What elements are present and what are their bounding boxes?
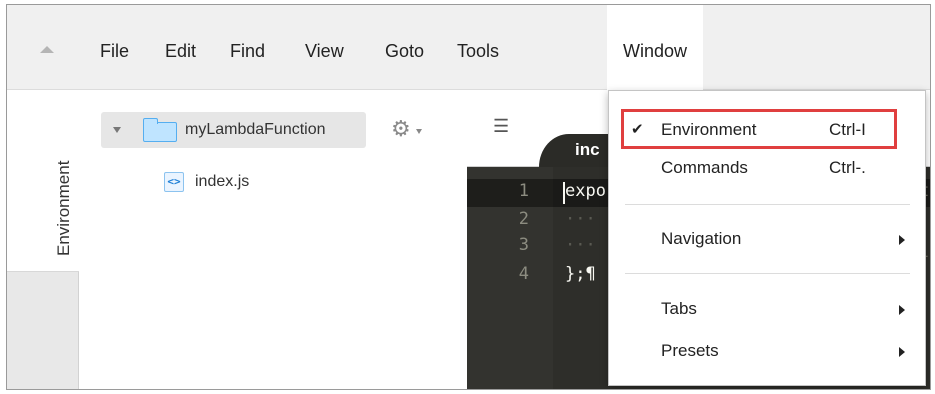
menu-item-label: Tabs [661,299,697,318]
line-number: 2 [518,209,529,229]
ide-window: File Edit Find View Goto Tools Window En… [6,4,931,390]
js-file-icon: <> [164,172,184,192]
gear-icon[interactable]: ⚙ [391,118,411,140]
side-panel-strip: Environment [7,90,79,389]
code-line[interactable]: ··· [565,209,596,229]
code-line[interactable]: ··· [565,235,596,255]
expand-caret-icon[interactable] [113,127,121,133]
environment-side-tab[interactable]: Environment [7,90,79,272]
submenu-arrow-icon [899,305,905,315]
submenu-arrow-icon [899,347,905,357]
line-number: 4 [518,264,529,284]
file-tree: myLambdaFunction ⚙ <> index.js [79,90,467,389]
menu-goto[interactable]: Goto [385,41,424,62]
highlight-annotation-box [621,109,897,149]
editor-tab-label: inc [575,140,600,159]
menu-separator [625,204,910,205]
folder-label: myLambdaFunction [185,121,326,138]
menu-find[interactable]: Find [230,41,265,62]
tab-list-icon[interactable]: ☰ [493,116,509,137]
menu-window[interactable]: Window [607,5,704,90]
menu-item-label: Commands [661,158,748,177]
code-line[interactable]: expo [565,181,606,201]
menu-edit[interactable]: Edit [165,41,196,62]
menu-item-presets[interactable]: Presets [609,336,925,366]
code-line[interactable]: };¶ [565,264,596,284]
menu-separator [625,273,910,274]
folder-icon [143,118,177,142]
file-label: index.js [195,173,250,190]
menu-item-navigation[interactable]: Navigation [609,224,925,254]
menu-item-commands[interactable]: Commands Ctrl-. [609,153,925,183]
menu-item-shortcut: Ctrl-. [829,158,866,177]
environment-tab-label: Environment [54,160,73,256]
gear-dropdown-caret-icon[interactable] [416,129,422,134]
menu-bar: File Edit Find View Goto Tools Window [7,5,930,90]
menu-item-tabs[interactable]: Tabs [609,294,925,324]
menu-item-label: Presets [661,341,719,360]
collapse-menu-icon[interactable] [40,46,54,53]
menu-item-label: Navigation [661,229,742,248]
tree-root-folder[interactable]: myLambdaFunction [101,112,366,148]
menu-tools[interactable]: Tools [457,41,499,62]
menu-file[interactable]: File [100,41,129,62]
submenu-arrow-icon [899,235,905,245]
line-number: 1 [518,181,529,201]
menu-view[interactable]: View [305,41,344,62]
line-number: 3 [518,235,529,255]
